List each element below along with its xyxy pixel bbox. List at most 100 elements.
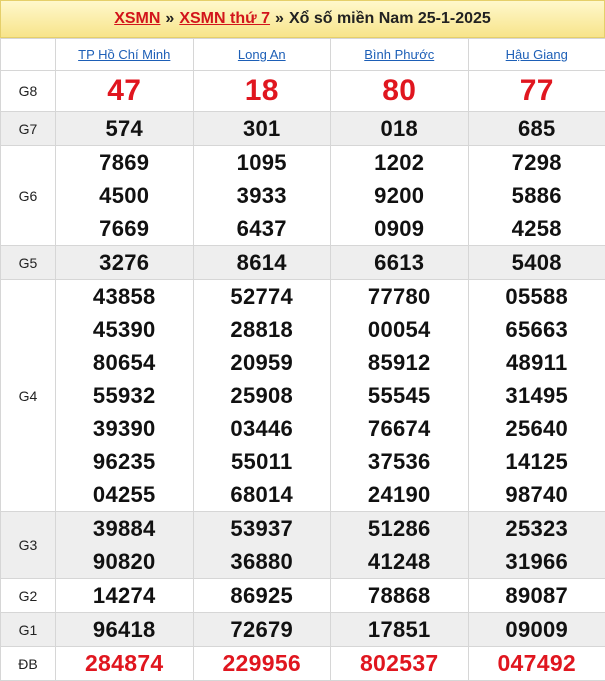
winning-number: 31495	[505, 379, 568, 412]
breadcrumb-separator: »	[275, 10, 284, 28]
winning-number: 05588	[505, 280, 568, 313]
prize-cell: 52774288182095925908034465501168014	[193, 280, 331, 512]
prize-label: G6	[1, 146, 56, 246]
prize-cell: 3276	[56, 246, 194, 280]
winning-number: 36880	[230, 545, 293, 578]
winning-number: 3276	[99, 246, 149, 279]
province-link-binh-phuoc[interactable]: Bình Phước	[364, 47, 434, 62]
prize-cell: 5393736880	[193, 512, 331, 579]
winning-number: 68014	[230, 478, 293, 511]
winning-number: 78868	[368, 579, 431, 612]
winning-number: 53937	[230, 512, 293, 545]
prize-cell: 17851	[331, 613, 469, 647]
winning-number: 90820	[93, 545, 156, 578]
winning-number: 77780	[368, 280, 431, 313]
winning-number: 98740	[505, 478, 568, 511]
prize-row-đb: ĐB284874229956802537047492	[1, 647, 605, 681]
winning-number: 31966	[505, 545, 568, 578]
prize-cell: 047492	[468, 647, 605, 681]
prize-row-g8: G8 47 18 80 77	[1, 71, 605, 112]
prize-cell: 685	[468, 112, 605, 146]
winning-number: 24190	[368, 478, 431, 511]
prize-cell: 6613	[331, 246, 469, 280]
province-header: TP Hồ Chí Minh	[56, 39, 194, 71]
winning-number: 28818	[230, 313, 293, 346]
prize-cell: 2532331966	[468, 512, 605, 579]
prize-cell: 18	[193, 71, 331, 112]
prize-cell: 018	[331, 112, 469, 146]
winning-number: 09009	[505, 613, 568, 646]
winning-number: 43858	[93, 280, 156, 313]
breadcrumb-header: XSMN » XSMN thứ 7 » Xổ số miền Nam 25-1-…	[0, 0, 605, 38]
prize-cell: 77	[468, 71, 605, 112]
winning-number: 37536	[368, 445, 431, 478]
winning-number: 80	[382, 71, 416, 111]
province-header-row: TP Hồ Chí Minh Long An Bình Phước Hậu Gi…	[1, 39, 605, 71]
breadcrumb-separator: »	[165, 10, 174, 28]
winning-number: 229956	[222, 647, 301, 680]
winning-number: 25908	[230, 379, 293, 412]
prize-cell: 8614	[193, 246, 331, 280]
prize-row-g5: G53276861466135408	[1, 246, 605, 280]
prize-cell: 78868	[331, 579, 469, 613]
prize-cell: 120292000909	[331, 146, 469, 246]
prize-row-g4: G443858453908065455932393909623504255527…	[1, 280, 605, 512]
prize-label: G8	[1, 71, 56, 112]
winning-number: 7298	[512, 146, 562, 179]
winning-number: 51286	[368, 512, 431, 545]
winning-number: 7669	[99, 212, 149, 245]
winning-number: 47	[107, 71, 141, 111]
winning-number: 018	[380, 112, 418, 145]
winning-number: 41248	[368, 545, 431, 578]
prize-row-g7: G7574301018685	[1, 112, 605, 146]
winning-number: 301	[243, 112, 281, 145]
corner-cell	[1, 39, 56, 71]
winning-number: 0909	[374, 212, 424, 245]
winning-number: 76674	[368, 412, 431, 445]
winning-number: 802537	[360, 647, 439, 680]
prize-label: G1	[1, 613, 56, 647]
prize-cell: 301	[193, 112, 331, 146]
winning-number: 14125	[505, 445, 568, 478]
breadcrumb-link-xsmn[interactable]: XSMN	[114, 10, 160, 28]
prize-cell: 89087	[468, 579, 605, 613]
province-link-hau-giang[interactable]: Hậu Giang	[506, 47, 568, 62]
winning-number: 18	[245, 71, 279, 111]
prize-cell: 5128641248	[331, 512, 469, 579]
winning-number: 685	[518, 112, 556, 145]
winning-number: 55932	[93, 379, 156, 412]
winning-number: 39390	[93, 412, 156, 445]
prize-cell: 43858453908065455932393909623504255	[56, 280, 194, 512]
winning-number: 03446	[230, 412, 293, 445]
prize-label: G3	[1, 512, 56, 579]
winning-number: 9200	[374, 179, 424, 212]
winning-number: 20959	[230, 346, 293, 379]
winning-number: 65663	[505, 313, 568, 346]
prize-cell: 729858864258	[468, 146, 605, 246]
winning-number: 5408	[512, 246, 562, 279]
winning-number: 04255	[93, 478, 156, 511]
results-table: TP Hồ Chí Minh Long An Bình Phước Hậu Gi…	[0, 38, 605, 681]
winning-number: 5886	[512, 179, 562, 212]
prize-row-g2: G214274869257886889087	[1, 579, 605, 613]
prize-row-g3: G339884908205393736880512864124825323319…	[1, 512, 605, 579]
prize-cell: 786945007669	[56, 146, 194, 246]
prize-row-g6: G678694500766910953933643712029200090972…	[1, 146, 605, 246]
prize-cell: 229956	[193, 647, 331, 681]
winning-number: 80654	[93, 346, 156, 379]
winning-number: 3933	[237, 179, 287, 212]
winning-number: 1095	[237, 146, 287, 179]
prize-label: ĐB	[1, 647, 56, 681]
winning-number: 4500	[99, 179, 149, 212]
province-header: Long An	[193, 39, 331, 71]
province-link-tp-ho-chi-minh[interactable]: TP Hồ Chí Minh	[78, 47, 170, 62]
prize-cell: 3988490820	[56, 512, 194, 579]
winning-number: 574	[105, 112, 143, 145]
prize-cell: 80	[331, 71, 469, 112]
breadcrumb-link-xsmn-saturday[interactable]: XSMN thứ 7	[179, 10, 270, 28]
winning-number: 4258	[512, 212, 562, 245]
prize-label: G4	[1, 280, 56, 512]
winning-number: 6613	[374, 246, 424, 279]
province-link-long-an[interactable]: Long An	[238, 47, 286, 62]
prize-cell: 47	[56, 71, 194, 112]
